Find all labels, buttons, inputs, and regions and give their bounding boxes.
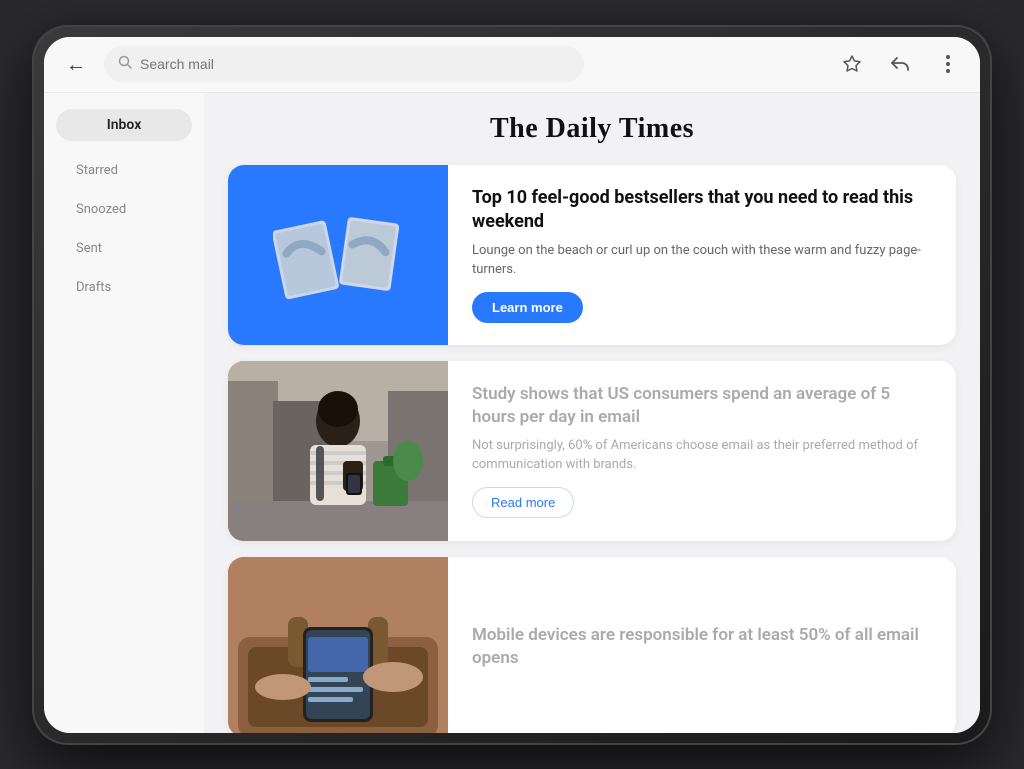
article-card-3: Mobile devices are responsible for at le… [228, 557, 956, 733]
article-card-1: Top 10 feel-good bestsellers that you ne… [228, 165, 956, 345]
article-2-image [228, 361, 448, 541]
sidebar-item-snoozed[interactable]: Snoozed [56, 192, 192, 227]
inbox-button[interactable]: Inbox [56, 109, 192, 141]
article-2-title: Study shows that US consumers spend an a… [472, 383, 932, 427]
star-button[interactable] [836, 48, 868, 80]
article-2-desc: Not surprisingly, 60% of Americans choos… [472, 436, 932, 475]
top-bar [44, 37, 980, 93]
publication-title: The Daily Times [228, 113, 956, 145]
sidebar-item-sent[interactable]: Sent [56, 231, 192, 266]
tablet-screen: Inbox Starred Snoozed Sent Drafts The Da… [44, 37, 980, 733]
sidebar-item-drafts[interactable]: Drafts [56, 270, 192, 305]
article-1-image [228, 165, 448, 345]
search-bar[interactable] [104, 46, 584, 82]
email-content-area: The Daily Times [204, 93, 980, 733]
article-3-image [228, 557, 448, 733]
reply-button[interactable] [884, 48, 916, 80]
article-1-desc: Lounge on the beach or curl up on the co… [472, 241, 932, 280]
search-input[interactable] [140, 56, 570, 72]
article-3-body: Mobile devices are responsible for at le… [448, 557, 956, 733]
article-card-2: Study shows that US consumers spend an a… [228, 361, 956, 541]
back-arrow-icon [66, 52, 86, 77]
sidebar: Inbox Starred Snoozed Sent Drafts [44, 93, 204, 733]
top-right-icons [836, 48, 964, 80]
article-3-title: Mobile devices are responsible for at le… [472, 624, 932, 668]
main-content: Inbox Starred Snoozed Sent Drafts The Da… [44, 93, 980, 733]
article-1-body: Top 10 feel-good bestsellers that you ne… [448, 165, 956, 345]
sidebar-item-starred[interactable]: Starred [56, 153, 192, 188]
article-2-cta-button[interactable]: Read more [472, 487, 574, 518]
back-button[interactable] [60, 48, 92, 80]
article-2-body: Study shows that US consumers spend an a… [448, 361, 956, 541]
more-options-button[interactable] [932, 48, 964, 80]
search-icon [118, 55, 132, 73]
tablet-frame: Inbox Starred Snoozed Sent Drafts The Da… [32, 25, 992, 745]
article-1-title: Top 10 feel-good bestsellers that you ne… [472, 186, 932, 233]
article-1-cta-button[interactable]: Learn more [472, 292, 583, 323]
